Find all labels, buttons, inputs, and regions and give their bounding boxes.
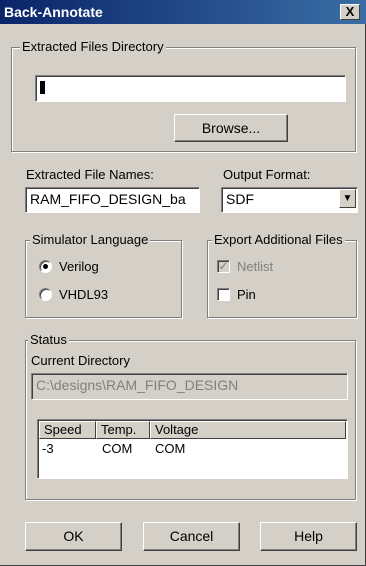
export-additional-files-group: Export Additional Files: [207, 232, 357, 318]
pin-label: Pin: [237, 287, 256, 302]
column-header-speed[interactable]: Speed: [39, 421, 96, 439]
extracted-directory-input[interactable]: [35, 75, 346, 102]
current-directory-label: Current Directory: [31, 353, 130, 368]
export-additional-files-label: Export Additional Files: [212, 232, 345, 248]
extracted-files-directory-label: Extracted Files Directory: [20, 39, 166, 55]
text-caret: [40, 81, 45, 94]
status-label: Status: [28, 332, 69, 348]
vhdl93-label: VHDL93: [59, 287, 109, 302]
browse-button[interactable]: Browse...: [174, 114, 288, 142]
current-directory-field: C:\designs\RAM_FIFO_DESIGN: [31, 373, 348, 400]
output-format-label: Output Format:: [223, 167, 311, 182]
simulator-language-group: Simulator Language: [25, 232, 182, 318]
chevron-down-icon[interactable]: ▼: [339, 189, 356, 208]
cell-speed: -3: [42, 441, 54, 456]
output-format-selected: SDF: [226, 191, 254, 207]
extracted-file-names-input[interactable]: RAM_FIFO_DESIGN_ba: [25, 187, 200, 213]
back-annotate-dialog: Back-Annotate X Extracted Files Director…: [0, 0, 366, 566]
simulator-language-label: Simulator Language: [30, 232, 151, 248]
vhdl93-radio[interactable]: [39, 288, 52, 301]
pin-checkbox[interactable]: [217, 288, 230, 301]
ok-button[interactable]: OK: [25, 522, 122, 551]
help-button[interactable]: Help: [260, 522, 357, 551]
netlist-checkbox[interactable]: ✓: [217, 260, 230, 273]
cell-temp: COM: [102, 441, 133, 456]
column-header-voltage[interactable]: Voltage: [150, 421, 346, 439]
verilog-label: Verilog: [59, 259, 99, 274]
cell-voltage: COM: [155, 441, 186, 456]
cancel-button[interactable]: Cancel: [143, 522, 240, 551]
close-button[interactable]: X: [340, 4, 360, 20]
speed-grade-list[interactable]: Speed Temp. Voltage -3 COM COM: [37, 419, 348, 479]
verilog-radio[interactable]: [39, 260, 52, 273]
window-title: Back-Annotate: [4, 4, 103, 20]
output-format-select[interactable]: SDF ▼: [221, 187, 358, 213]
column-header-temp[interactable]: Temp.: [96, 421, 150, 439]
close-icon: X: [345, 4, 355, 19]
title-bar: Back-Annotate X: [0, 0, 366, 24]
netlist-label: Netlist: [237, 259, 274, 274]
extracted-file-names-label: Extracted File Names:: [26, 167, 154, 182]
